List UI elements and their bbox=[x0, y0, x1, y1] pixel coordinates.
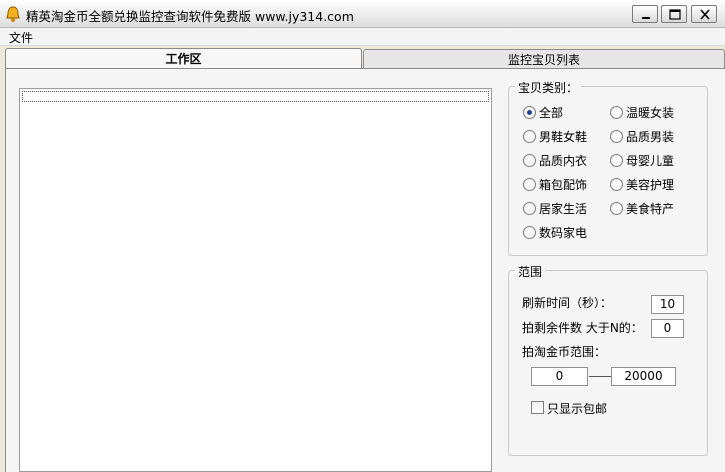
free-shipping-checkbox[interactable] bbox=[531, 401, 544, 414]
radio-icon bbox=[523, 226, 536, 239]
radio-icon bbox=[610, 202, 623, 215]
radio-icon bbox=[523, 130, 536, 143]
radio-underwear[interactable]: 品质内衣 bbox=[523, 152, 587, 169]
coin-range-label: 拍淘金币范围： bbox=[522, 345, 607, 359]
menu-bar: 文件 bbox=[0, 28, 725, 46]
category-legend: 宝贝类别： bbox=[515, 79, 582, 96]
coin-min-input[interactable]: 0 bbox=[531, 367, 588, 386]
free-shipping-label[interactable]: 只显示包邮 bbox=[547, 400, 607, 417]
close-button[interactable] bbox=[691, 5, 717, 23]
radio-digital[interactable]: 数码家电 bbox=[523, 224, 587, 241]
radio-bags[interactable]: 箱包配饰 bbox=[523, 176, 587, 193]
range-separator bbox=[589, 376, 611, 377]
tab-work-area[interactable]: 工作区 bbox=[5, 48, 362, 69]
maximize-button[interactable] bbox=[661, 5, 687, 23]
radio-icon bbox=[610, 106, 623, 119]
bell-icon bbox=[6, 6, 20, 22]
coin-max-input[interactable]: 20000 bbox=[611, 367, 676, 386]
radio-mens[interactable]: 品质男装 bbox=[610, 128, 674, 145]
close-icon bbox=[700, 9, 710, 20]
radio-all[interactable]: 全部 bbox=[523, 104, 563, 121]
radio-icon bbox=[523, 202, 536, 215]
radio-icon bbox=[610, 154, 623, 167]
title-bar: 精英淘金币全额兑换监控查询软件免费版 www.jy314.com bbox=[0, 0, 725, 28]
radio-icon bbox=[610, 130, 623, 143]
minimize-button[interactable] bbox=[632, 5, 658, 23]
tab-monitor-list[interactable]: 监控宝贝列表 bbox=[363, 49, 725, 69]
radio-checked-icon bbox=[523, 106, 536, 119]
radio-icon bbox=[610, 178, 623, 191]
focus-row[interactable] bbox=[22, 91, 489, 102]
remain-count-label: 拍剩余件数 大于N的： bbox=[522, 321, 643, 335]
menu-file[interactable]: 文件 bbox=[9, 29, 33, 46]
radio-home[interactable]: 居家生活 bbox=[523, 200, 587, 217]
radio-warm-womens[interactable]: 温暖女装 bbox=[610, 104, 674, 121]
maximize-icon bbox=[669, 9, 681, 20]
range-legend: 范围 bbox=[515, 263, 546, 280]
refresh-time-input[interactable]: 10 bbox=[651, 295, 684, 314]
radio-food[interactable]: 美食特产 bbox=[610, 200, 674, 217]
radio-icon bbox=[523, 178, 536, 191]
window-title: 精英淘金币全额兑换监控查询软件免费版 www.jy314.com bbox=[26, 9, 354, 24]
work-area-list[interactable] bbox=[19, 88, 492, 472]
radio-shoes[interactable]: 男鞋女鞋 bbox=[523, 128, 587, 145]
radio-beauty[interactable]: 美容护理 bbox=[610, 176, 674, 193]
radio-baby[interactable]: 母婴儿童 bbox=[610, 152, 674, 169]
refresh-time-label: 刷新时间（秒）： bbox=[522, 296, 613, 310]
minimize-icon bbox=[642, 17, 650, 19]
radio-icon bbox=[523, 154, 536, 167]
remain-count-input[interactable]: 0 bbox=[651, 319, 684, 338]
